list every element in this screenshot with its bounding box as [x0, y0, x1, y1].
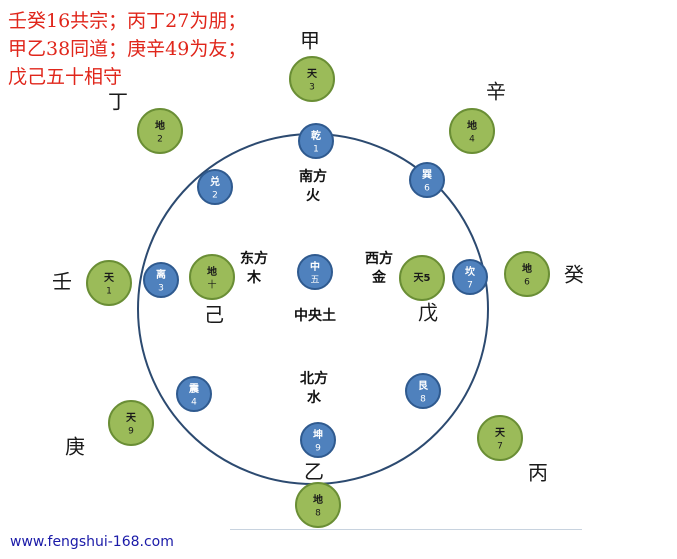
green-node-nw: 地2 [137, 108, 183, 154]
green-node-top-label: 地 [155, 119, 165, 132]
green-node-ne: 地4 [449, 108, 495, 154]
stem-bing: 丙 [528, 461, 548, 485]
direction-line1: 西方 [365, 250, 393, 267]
direction-line2: 火 [306, 188, 321, 204]
green-node-sw: 天9 [108, 400, 154, 446]
blue-node-zhen: 震4 [176, 376, 212, 412]
blue-node-top-label: 离 [156, 268, 166, 281]
blue-node-top-label: 坎 [465, 265, 476, 278]
blue-node-bottom-label: 2 [212, 191, 218, 201]
green-node-bottom-label: 7 [497, 442, 503, 452]
direction-line2: 水 [307, 389, 322, 406]
blue-node-top-label: 兑 [210, 175, 220, 188]
direction-east: 东方木 [240, 250, 268, 286]
blue-node-kan: 坎7 [452, 259, 488, 295]
direction-line1: 中央土 [294, 307, 336, 324]
green-node-top-label: 地 [207, 265, 217, 278]
green-node-se: 天7 [477, 415, 523, 461]
stem-xin: 辛 [486, 80, 506, 104]
green-node-s: 地8 [295, 482, 341, 528]
hetu-diagram: 甲辛丁壬 癸己 戊庚丙乙 天3地2地4天1地6天9 天7地8地十天5 乾1兑2巽6离3… [52, 29, 584, 528]
green-node-bottom-label: 3 [309, 83, 315, 93]
blue-node-bottom-label: 3 [158, 284, 164, 294]
green-node-bottom-label: 8 [315, 509, 321, 519]
blue-node-top-label: 震 [189, 383, 200, 395]
green-node-top-label: 天 [495, 427, 506, 439]
blue-node-kun: 坤9 [300, 422, 336, 458]
blue-node-bottom-label: 4 [191, 398, 197, 408]
blue-node-top-label: 中 [310, 260, 320, 273]
blue-node-li: 离3 [143, 262, 179, 298]
direction-line2: 木 [246, 269, 262, 286]
direction-line1: 南方 [299, 168, 327, 185]
blue-node-zhong: 中五 [297, 254, 333, 290]
blue-node-xun: 巽6 [409, 162, 445, 198]
blue-node-qian: 乾1 [298, 123, 334, 159]
green-node-top-label: 天 [104, 272, 115, 284]
blue-node-top-label: 巽 [422, 169, 432, 181]
blue-node-top-label: 艮 [418, 380, 429, 392]
green-node-bottom-label: 9 [128, 427, 134, 437]
green-node-top-label: 天 [307, 68, 318, 80]
stem-gui: 癸 [564, 263, 584, 287]
direction-south: 南方火 [299, 168, 327, 204]
direction-west: 西方金 [365, 250, 393, 286]
blue-node-top-label: 坤 [313, 428, 323, 441]
green-node-bottom-label: 十 [207, 279, 216, 291]
direction-line1: 北方 [300, 370, 328, 387]
green-node-bottom-label: 2 [157, 135, 163, 145]
green-node-e: 地6 [504, 251, 550, 297]
stem-yi: 乙 [304, 460, 324, 484]
green-node-bottom-label: 6 [524, 278, 530, 288]
blue-node-top-label: 乾 [311, 129, 321, 142]
green-node-center_e: 天5 [399, 255, 445, 301]
green-node-top-label: 天 [126, 412, 137, 424]
green-node-bottom-label: 4 [469, 135, 475, 145]
blue-node-bottom-label: 五 [310, 276, 319, 286]
direction-north: 北方水 [300, 370, 328, 406]
direction-line2: 金 [371, 269, 387, 286]
stem-ding: 丁 [108, 90, 128, 114]
green-node-top-label: 地 [467, 119, 477, 132]
blue-node-bottom-label: 9 [315, 444, 321, 454]
blue-node-bottom-label: 6 [424, 184, 430, 194]
green-node-center_w: 地十 [189, 254, 235, 300]
stem-jia: 甲 [300, 29, 320, 53]
blue-node-dui: 兑2 [197, 169, 233, 205]
footer-url[interactable]: www.fengshui-168.com [10, 534, 174, 550]
green-node-top-label: 天5 [414, 272, 431, 284]
stem-ji: 己 [204, 303, 224, 327]
green-node-top-label: 地 [313, 493, 323, 506]
stem-geng: 庚 [65, 435, 85, 459]
direction-line1: 东方 [240, 250, 268, 267]
blue-node-bottom-label: 1 [313, 145, 319, 155]
stem-wu: 戊 [418, 301, 438, 325]
footer-divider [230, 529, 582, 530]
direction-center: 中央土 [294, 307, 336, 324]
stem-ren: 壬 [52, 270, 72, 294]
green-node-top-label: 地 [522, 262, 532, 275]
blue-node-bottom-label: 7 [467, 281, 473, 291]
green-node-n: 天3 [289, 56, 335, 102]
blue-node-bottom-label: 8 [420, 395, 426, 405]
green-node-bottom-label: 1 [106, 287, 112, 297]
blue-node-gen: 艮8 [405, 373, 441, 409]
green-node-w: 天1 [86, 260, 132, 306]
